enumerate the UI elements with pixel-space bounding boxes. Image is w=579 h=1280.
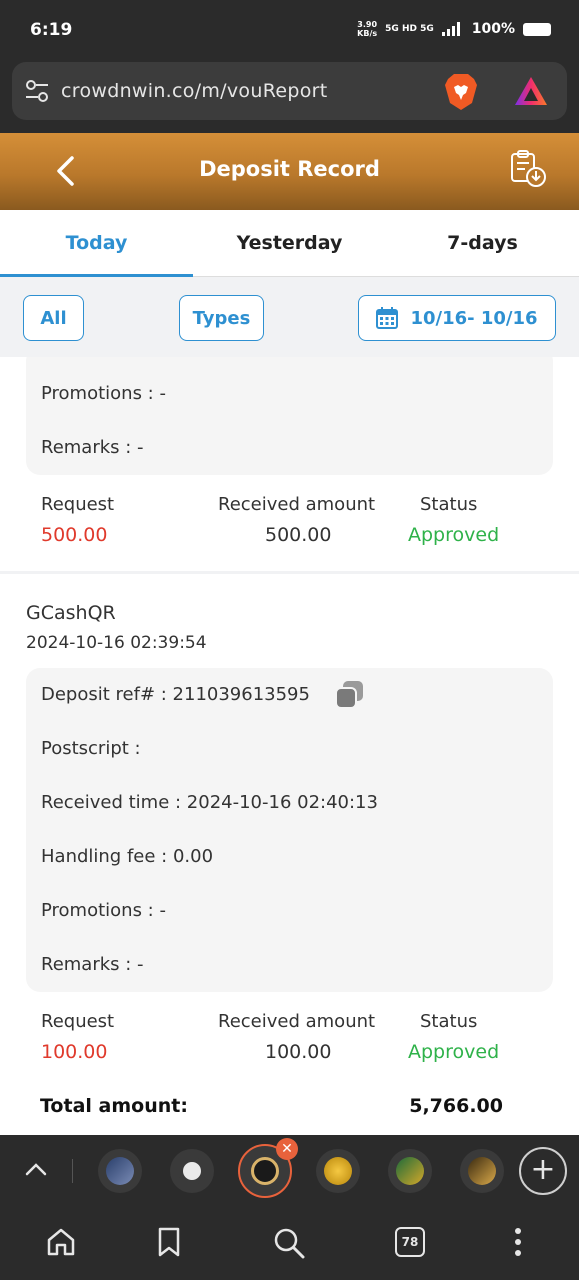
record-details: Promotions : - Remarks : - <box>26 357 553 475</box>
tab-strip-divider <box>72 1159 73 1183</box>
request-label: Request <box>41 494 115 515</box>
browser-tab-thumbnail[interactable] <box>460 1149 504 1193</box>
browser-tab-thumbnail[interactable] <box>316 1149 360 1193</box>
home-icon[interactable] <box>46 1227 76 1257</box>
received-amount-value: 500.00 <box>265 524 332 546</box>
browser-tab-thumbnail[interactable] <box>388 1149 432 1193</box>
date-range-button[interactable]: 10/16- 10/16 <box>358 295 556 341</box>
status-value: Approved <box>408 1041 500 1063</box>
handling-fee-row: Handling fee : 0.00 <box>41 846 214 867</box>
all-button[interactable]: All <box>23 295 84 341</box>
triangle-rewards-icon[interactable] <box>514 76 548 106</box>
signal-icon <box>441 22 460 36</box>
record-card: GCashQR 2024-10-16 02:39:54 Deposit ref#… <box>0 574 579 1079</box>
status-label: Status <box>420 494 478 515</box>
page-header: Deposit Record <box>0 133 579 210</box>
types-button[interactable]: Types <box>179 295 264 341</box>
chevron-up-icon[interactable] <box>24 1159 48 1179</box>
browser-tab-thumbnail[interactable] <box>170 1149 214 1193</box>
record-details: Deposit ref# : 211039613595 Postscript :… <box>26 668 553 992</box>
received-amount-label: Received amount <box>218 494 376 515</box>
received-amount-value: 100.00 <box>265 1041 332 1063</box>
status-bar: 6:19 3.90 KB/s 5G HD 5G 100% <box>0 0 579 60</box>
clipboard-download-icon[interactable] <box>508 149 548 189</box>
received-amount-label: Received amount <box>218 1011 376 1032</box>
tab-7-days[interactable]: 7-days <box>386 210 579 277</box>
close-icon[interactable]: ✕ <box>276 1138 298 1160</box>
plus-icon[interactable]: + <box>519 1147 567 1195</box>
remarks-row: Remarks : - <box>41 437 144 458</box>
record-datetime: 2024-10-16 02:39:54 <box>26 633 207 653</box>
more-vertical-icon[interactable] <box>512 1227 524 1257</box>
tune-icon[interactable] <box>25 80 49 102</box>
browser-tab-thumbnail[interactable] <box>98 1149 142 1193</box>
network-type: 5G HD 5G <box>385 23 434 34</box>
calendar-icon <box>376 307 399 329</box>
tab-count-button[interactable]: 78 <box>395 1227 425 1257</box>
status-label: Status <box>420 1011 478 1032</box>
status-time: 6:19 <box>30 20 73 40</box>
battery-icon <box>523 22 551 36</box>
bookmark-icon[interactable] <box>156 1227 182 1257</box>
brave-lion-icon[interactable] <box>444 73 478 111</box>
all-label: All <box>40 307 67 329</box>
deposit-ref-row: Deposit ref# : 211039613595 <box>41 684 310 705</box>
browser-tab-strip: ✕ + <box>0 1135 579 1205</box>
tab-yesterday[interactable]: Yesterday <box>193 210 386 277</box>
browser-tab-active[interactable]: ✕ <box>238 1138 298 1198</box>
request-value: 100.00 <box>41 1041 108 1063</box>
browser-toolbar: crowdnwin.co/m/vouReport <box>0 60 579 133</box>
totals-bar: Total amount: 5,766.00 <box>0 1079 579 1135</box>
address-bar[interactable]: crowdnwin.co/m/vouReport <box>12 62 567 120</box>
status-indicators: 3.90 KB/s 5G HD 5G 100% <box>357 20 551 38</box>
payment-method: GCashQR <box>26 602 116 624</box>
promotions-row: Promotions : - <box>41 900 166 921</box>
network-speed: 3.90 KB/s <box>357 20 378 38</box>
record-list: Promotions : - Remarks : - Request Recei… <box>0 357 579 1079</box>
received-time-row: Received time : 2024-10-16 02:40:13 <box>41 792 378 813</box>
total-amount-label: Total amount: <box>40 1095 188 1117</box>
record-card: Promotions : - Remarks : - Request Recei… <box>0 357 579 571</box>
date-range-label: 10/16- 10/16 <box>410 307 538 329</box>
promotions-row: Promotions : - <box>41 383 166 404</box>
request-label: Request <box>41 1011 115 1032</box>
types-label: Types <box>192 307 251 329</box>
battery-percent: 100% <box>471 21 515 37</box>
url-text[interactable]: crowdnwin.co/m/vouReport <box>61 80 327 102</box>
copy-icon[interactable] <box>335 680 365 710</box>
browser-nav-bar: 78 <box>0 1205 579 1280</box>
date-tabs: Today Yesterday 7-days <box>0 210 579 277</box>
postscript-row: Postscript : <box>41 738 141 759</box>
search-icon[interactable] <box>273 1227 305 1259</box>
status-value: Approved <box>408 524 500 546</box>
page-title: Deposit Record <box>199 157 380 181</box>
tab-today[interactable]: Today <box>0 210 193 277</box>
filter-bar: All Types 10/16- 10/16 <box>0 277 579 357</box>
request-value: 500.00 <box>41 524 108 546</box>
remarks-row: Remarks : - <box>41 954 144 975</box>
total-amount-value: 5,766.00 <box>409 1095 503 1117</box>
